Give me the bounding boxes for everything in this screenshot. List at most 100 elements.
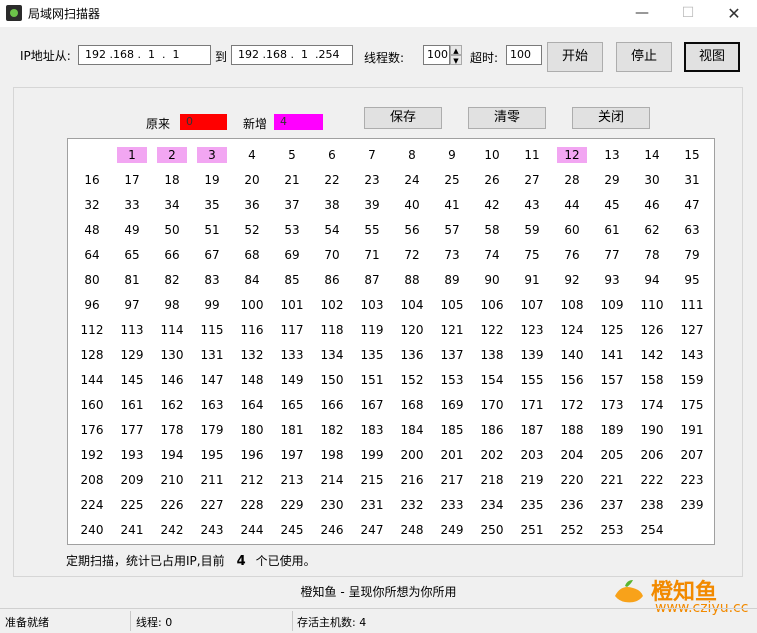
ip-cell[interactable]: 99 [197,297,227,313]
ip-cell[interactable]: 154 [477,372,507,388]
view-button[interactable]: 视图 [684,42,740,72]
ip-cell[interactable]: 70 [317,247,347,263]
ip-cell[interactable]: 17 [117,172,147,188]
ip-cell[interactable]: 51 [197,222,227,238]
ip-cell[interactable]: 171 [517,397,547,413]
ip-cell[interactable]: 162 [157,397,187,413]
ip-cell[interactable]: 71 [357,247,387,263]
ip-cell[interactable]: 83 [197,272,227,288]
ip-cell[interactable]: 254 [637,522,667,538]
ip-cell[interactable]: 164 [237,397,267,413]
ip-cell[interactable]: 201 [437,447,467,463]
ip-cell[interactable]: 168 [397,397,427,413]
ip-cell[interactable]: 217 [437,472,467,488]
ip-cell[interactable]: 235 [517,497,547,513]
ip-cell[interactable]: 160 [77,397,107,413]
ip-cell[interactable]: 4 [237,147,267,163]
stop-button[interactable]: 停止 [616,42,672,72]
ip-cell[interactable]: 7 [357,147,387,163]
ip-cell[interactable]: 226 [157,497,187,513]
ip-cell[interactable]: 2 [157,147,187,163]
ip-cell[interactable]: 142 [637,347,667,363]
ip-cell[interactable]: 78 [637,247,667,263]
ip-cell[interactable]: 150 [317,372,347,388]
ip-cell[interactable]: 199 [357,447,387,463]
ip-cell[interactable]: 57 [437,222,467,238]
ip-cell[interactable]: 38 [317,197,347,213]
ip-cell[interactable]: 169 [437,397,467,413]
ip-cell[interactable]: 3 [197,147,227,163]
ip-cell[interactable]: 76 [557,247,587,263]
ip-cell[interactable]: 137 [437,347,467,363]
ip-cell[interactable]: 59 [517,222,547,238]
spin-up-icon[interactable]: ▲ [450,45,462,55]
ip-cell[interactable]: 200 [397,447,427,463]
ip-cell[interactable]: 152 [397,372,427,388]
ip-cell[interactable]: 163 [197,397,227,413]
ip-cell[interactable]: 215 [357,472,387,488]
ip-cell[interactable]: 181 [277,422,307,438]
ip-cell[interactable]: 74 [477,247,507,263]
ip-cell[interactable]: 73 [437,247,467,263]
ip-cell[interactable]: 198 [317,447,347,463]
ip-cell[interactable]: 69 [277,247,307,263]
ip-cell[interactable]: 27 [517,172,547,188]
ip-cell[interactable]: 238 [637,497,667,513]
ip-cell[interactable]: 112 [77,322,107,338]
ip-cell[interactable]: 173 [597,397,627,413]
ip-cell[interactable]: 113 [117,322,147,338]
ip-cell[interactable]: 40 [397,197,427,213]
ip-cell[interactable]: 184 [397,422,427,438]
ip-cell[interactable]: 36 [237,197,267,213]
ip-cell[interactable]: 45 [597,197,627,213]
ip-cell[interactable]: 166 [317,397,347,413]
ip-cell[interactable]: 67 [197,247,227,263]
ip-cell[interactable]: 106 [477,297,507,313]
ip-cell[interactable]: 89 [437,272,467,288]
ip-cell[interactable]: 178 [157,422,187,438]
ip-cell[interactable]: 130 [157,347,187,363]
ip-cell[interactable]: 165 [277,397,307,413]
ip-cell[interactable]: 236 [557,497,587,513]
ip-cell[interactable]: 13 [597,147,627,163]
ip-cell[interactable]: 245 [277,522,307,538]
ip-cell[interactable]: 234 [477,497,507,513]
ip-cell[interactable]: 224 [77,497,107,513]
ip-cell[interactable]: 157 [597,372,627,388]
ip-cell[interactable]: 8 [397,147,427,163]
ip-cell[interactable]: 252 [557,522,587,538]
ip-cell[interactable]: 151 [357,372,387,388]
ip-cell[interactable]: 6 [317,147,347,163]
ip-cell[interactable]: 20 [237,172,267,188]
ip-cell[interactable]: 182 [317,422,347,438]
ip-cell[interactable]: 109 [597,297,627,313]
ip-cell[interactable]: 122 [477,322,507,338]
ip-cell[interactable]: 102 [317,297,347,313]
ip-to-input[interactable]: 192 .168 . 1 .254 [231,45,353,65]
ip-cell[interactable]: 125 [597,322,627,338]
ip-cell[interactable]: 64 [77,247,107,263]
ip-cell[interactable]: 93 [597,272,627,288]
ip-cell[interactable]: 156 [557,372,587,388]
ip-cell[interactable]: 176 [77,422,107,438]
ip-cell[interactable]: 186 [477,422,507,438]
ip-cell[interactable]: 218 [477,472,507,488]
ip-cell[interactable]: 39 [357,197,387,213]
ip-cell[interactable]: 80 [77,272,107,288]
ip-cell[interactable]: 204 [557,447,587,463]
ip-cell[interactable]: 100 [237,297,267,313]
ip-cell[interactable]: 91 [517,272,547,288]
ip-cell[interactable]: 243 [197,522,227,538]
ip-cell[interactable]: 148 [237,372,267,388]
ip-cell[interactable]: 110 [637,297,667,313]
ip-cell[interactable]: 37 [277,197,307,213]
ip-cell[interactable]: 227 [197,497,227,513]
ip-cell[interactable]: 26 [477,172,507,188]
ip-cell[interactable]: 248 [397,522,427,538]
ip-cell[interactable]: 15 [677,147,707,163]
ip-cell[interactable]: 72 [397,247,427,263]
ip-cell[interactable]: 246 [317,522,347,538]
ip-cell[interactable]: 161 [117,397,147,413]
ip-cell[interactable]: 58 [477,222,507,238]
ip-cell[interactable]: 149 [277,372,307,388]
